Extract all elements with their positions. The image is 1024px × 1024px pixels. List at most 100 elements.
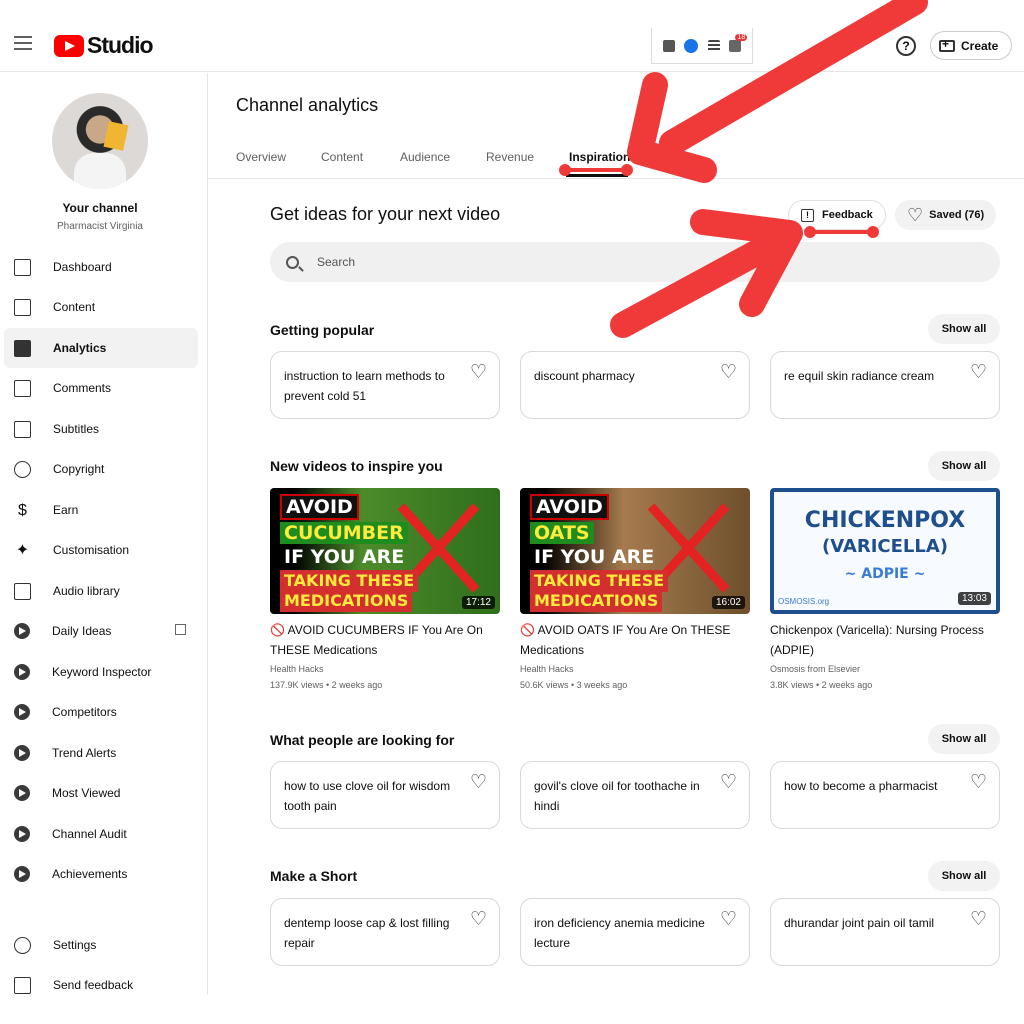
extension-icon [14, 785, 30, 801]
sidebar-item-copyright[interactable]: Copyright [4, 449, 198, 489]
sidebar-item-label: Competitors [52, 705, 117, 719]
idea-card[interactable]: dentemp loose cap & lost filling repair ♡ [270, 898, 500, 966]
idea-card[interactable]: govil's clove oil for toothache in hindi… [520, 761, 750, 829]
tab-inspiration[interactable]: Inspiration [569, 150, 630, 164]
channel-title: Your channel [62, 201, 138, 215]
divider [208, 178, 1024, 179]
sidebar-item-subtitles[interactable]: Subtitles [4, 409, 198, 449]
heart-icon[interactable]: ♡ [970, 910, 987, 929]
heart-icon[interactable]: ♡ [470, 363, 487, 382]
sidebar-item-dashboard[interactable]: Dashboard [4, 247, 198, 287]
sidebar-item-keyword-inspector[interactable]: Keyword Inspector [4, 652, 198, 692]
idea-card[interactable]: instruction to learn methods to prevent … [270, 351, 500, 419]
heart-icon[interactable]: ♡ [470, 773, 487, 792]
idea-card-text: govil's clove oil for toothache in hindi [534, 779, 700, 813]
idea-card[interactable]: how to become a pharmacist ♡ [770, 761, 1000, 829]
sidebar-item-label: Most Viewed [52, 786, 121, 800]
thumbnail-text: MEDICATIONS [280, 590, 413, 612]
heart-icon: ♡ [907, 205, 924, 225]
sidebar-item-comments[interactable]: Comments [4, 368, 198, 408]
video-thumbnail[interactable]: AVOID OATS IF YOU ARE TAKING THESE MEDIC… [520, 488, 750, 614]
trophy-icon[interactable]: 18 [729, 33, 748, 52]
idea-card[interactable]: dhurandar joint pain oil tamil ♡ [770, 898, 1000, 966]
video-duration: 16:02 [711, 596, 745, 609]
extension-icon [14, 664, 30, 680]
sidebar-item-send-feedback[interactable]: Send feedback [4, 965, 198, 1005]
tab-audience[interactable]: Audience [400, 150, 450, 164]
heart-icon[interactable]: ♡ [970, 773, 987, 792]
video-channel[interactable]: Osmosis from Elsevier [770, 664, 860, 674]
sidebar-item-channel-audit[interactable]: Channel Audit [4, 814, 198, 854]
wand-icon: ✦ [15, 541, 30, 559]
content-icon [14, 298, 31, 316]
thumbnail-text: TAKING THESE [530, 570, 669, 592]
help-icon[interactable]: ? [896, 36, 916, 56]
sidebar-item-settings[interactable]: Settings [4, 925, 198, 965]
sidebar-item-trend-alerts[interactable]: Trend Alerts [4, 733, 198, 773]
create-button[interactable]: Create [930, 31, 1012, 60]
saved-label: Saved (76) [929, 209, 985, 221]
copyright-icon [14, 460, 31, 478]
idea-card[interactable]: discount pharmacy ♡ [520, 351, 750, 419]
video-title[interactable]: 🚫 AVOID OATS IF You Are On THESE Medicat… [520, 620, 750, 660]
idea-card[interactable]: iron deficiency anemia medicine lecture ♡ [520, 898, 750, 966]
search-input[interactable] [317, 255, 917, 269]
sidebar-item-competitors[interactable]: Competitors [4, 692, 198, 732]
menu-icon[interactable] [14, 36, 32, 54]
idea-card-text: dhurandar joint pain oil tamil [784, 916, 935, 930]
sidebar-item-label: Analytics [53, 341, 107, 355]
bar-chart-icon[interactable] [662, 39, 675, 52]
idea-card-text: dentemp loose cap & lost filling repair [284, 916, 450, 950]
sidebar-item-analytics[interactable]: Analytics [4, 328, 198, 368]
avatar[interactable] [52, 93, 148, 189]
section-title-looking-for: What people are looking for [270, 732, 455, 748]
subtitles-icon [14, 420, 31, 438]
video-title[interactable]: Chickenpox (Varicella): Nursing Process … [770, 620, 1000, 660]
sidebar-item-daily-ideas[interactable]: Daily Ideas [4, 611, 198, 651]
heart-icon[interactable]: ♡ [720, 773, 737, 792]
tab-revenue[interactable]: Revenue [486, 150, 534, 164]
show-all-button[interactable]: Show all [928, 861, 1000, 891]
channel-name: Pharmacist Virginia [57, 221, 143, 232]
sidebar-item-customisation[interactable]: ✦ Customisation [4, 530, 198, 570]
video-thumbnail[interactable]: CHICKENPOX (VARICELLA) ~ ADPIE ~ OSMOSIS… [770, 488, 1000, 614]
video-channel[interactable]: Health Hacks [520, 664, 574, 674]
sidebar-item-label: Settings [53, 938, 97, 952]
video-channel[interactable]: Health Hacks [270, 664, 324, 674]
logo-text: Studio [87, 32, 154, 58]
heart-icon[interactable]: ♡ [720, 910, 737, 929]
heart-icon[interactable]: ♡ [720, 363, 737, 382]
ideas-heading: Get ideas for your next video [270, 204, 501, 224]
search-bar[interactable] [270, 242, 1000, 282]
video-thumbnail[interactable]: AVOID CUCUMBER IF YOU ARE TAKING THESE M… [270, 488, 500, 614]
sidebar-item-label: Comments [53, 381, 112, 395]
idea-card[interactable]: how to use clove oil for wisdom tooth pa… [270, 761, 500, 829]
show-all-button[interactable]: Show all [928, 314, 1000, 344]
list-icon[interactable] [707, 39, 720, 52]
show-all-button[interactable]: Show all [928, 724, 1000, 754]
idea-card-text: how to use clove oil for wisdom tooth pa… [284, 779, 451, 813]
sidebar-item-earn[interactable]: $ Earn [4, 490, 198, 530]
sidebar-item-content[interactable]: Content [4, 287, 198, 327]
studio-logo[interactable]: Studio [54, 32, 154, 59]
video-title[interactable]: 🚫 AVOID CUCUMBERS IF You Are On THESE Me… [270, 620, 500, 660]
sidebar-item-achievements[interactable]: Achievements [4, 854, 198, 894]
sidebar-item-label: Audio library [53, 584, 120, 598]
saved-button[interactable]: ♡ Saved (76) [895, 200, 997, 230]
feedback-button[interactable]: ! Feedback [788, 200, 886, 230]
extension-icon [14, 745, 30, 761]
sidebar-item-audio-library[interactable]: Audio library [4, 571, 198, 611]
sidebar-item-most-viewed[interactable]: Most Viewed [4, 773, 198, 813]
sidebar-item-label: Send feedback [53, 978, 134, 992]
idea-card[interactable]: re equil skin radiance cream ♡ [770, 351, 1000, 419]
tab-overview[interactable]: Overview [236, 150, 286, 164]
heart-icon[interactable]: ♡ [470, 910, 487, 929]
sidebar-item-label: Content [53, 300, 96, 314]
show-all-button[interactable]: Show all [928, 451, 1000, 481]
heart-icon[interactable]: ♡ [970, 363, 987, 382]
notification-badge: 18 [735, 33, 748, 41]
tab-content[interactable]: Content [321, 150, 363, 164]
feedback-label: Feedback [822, 209, 873, 221]
play-extension-icon[interactable] [684, 38, 699, 53]
extension-icon [14, 826, 30, 842]
